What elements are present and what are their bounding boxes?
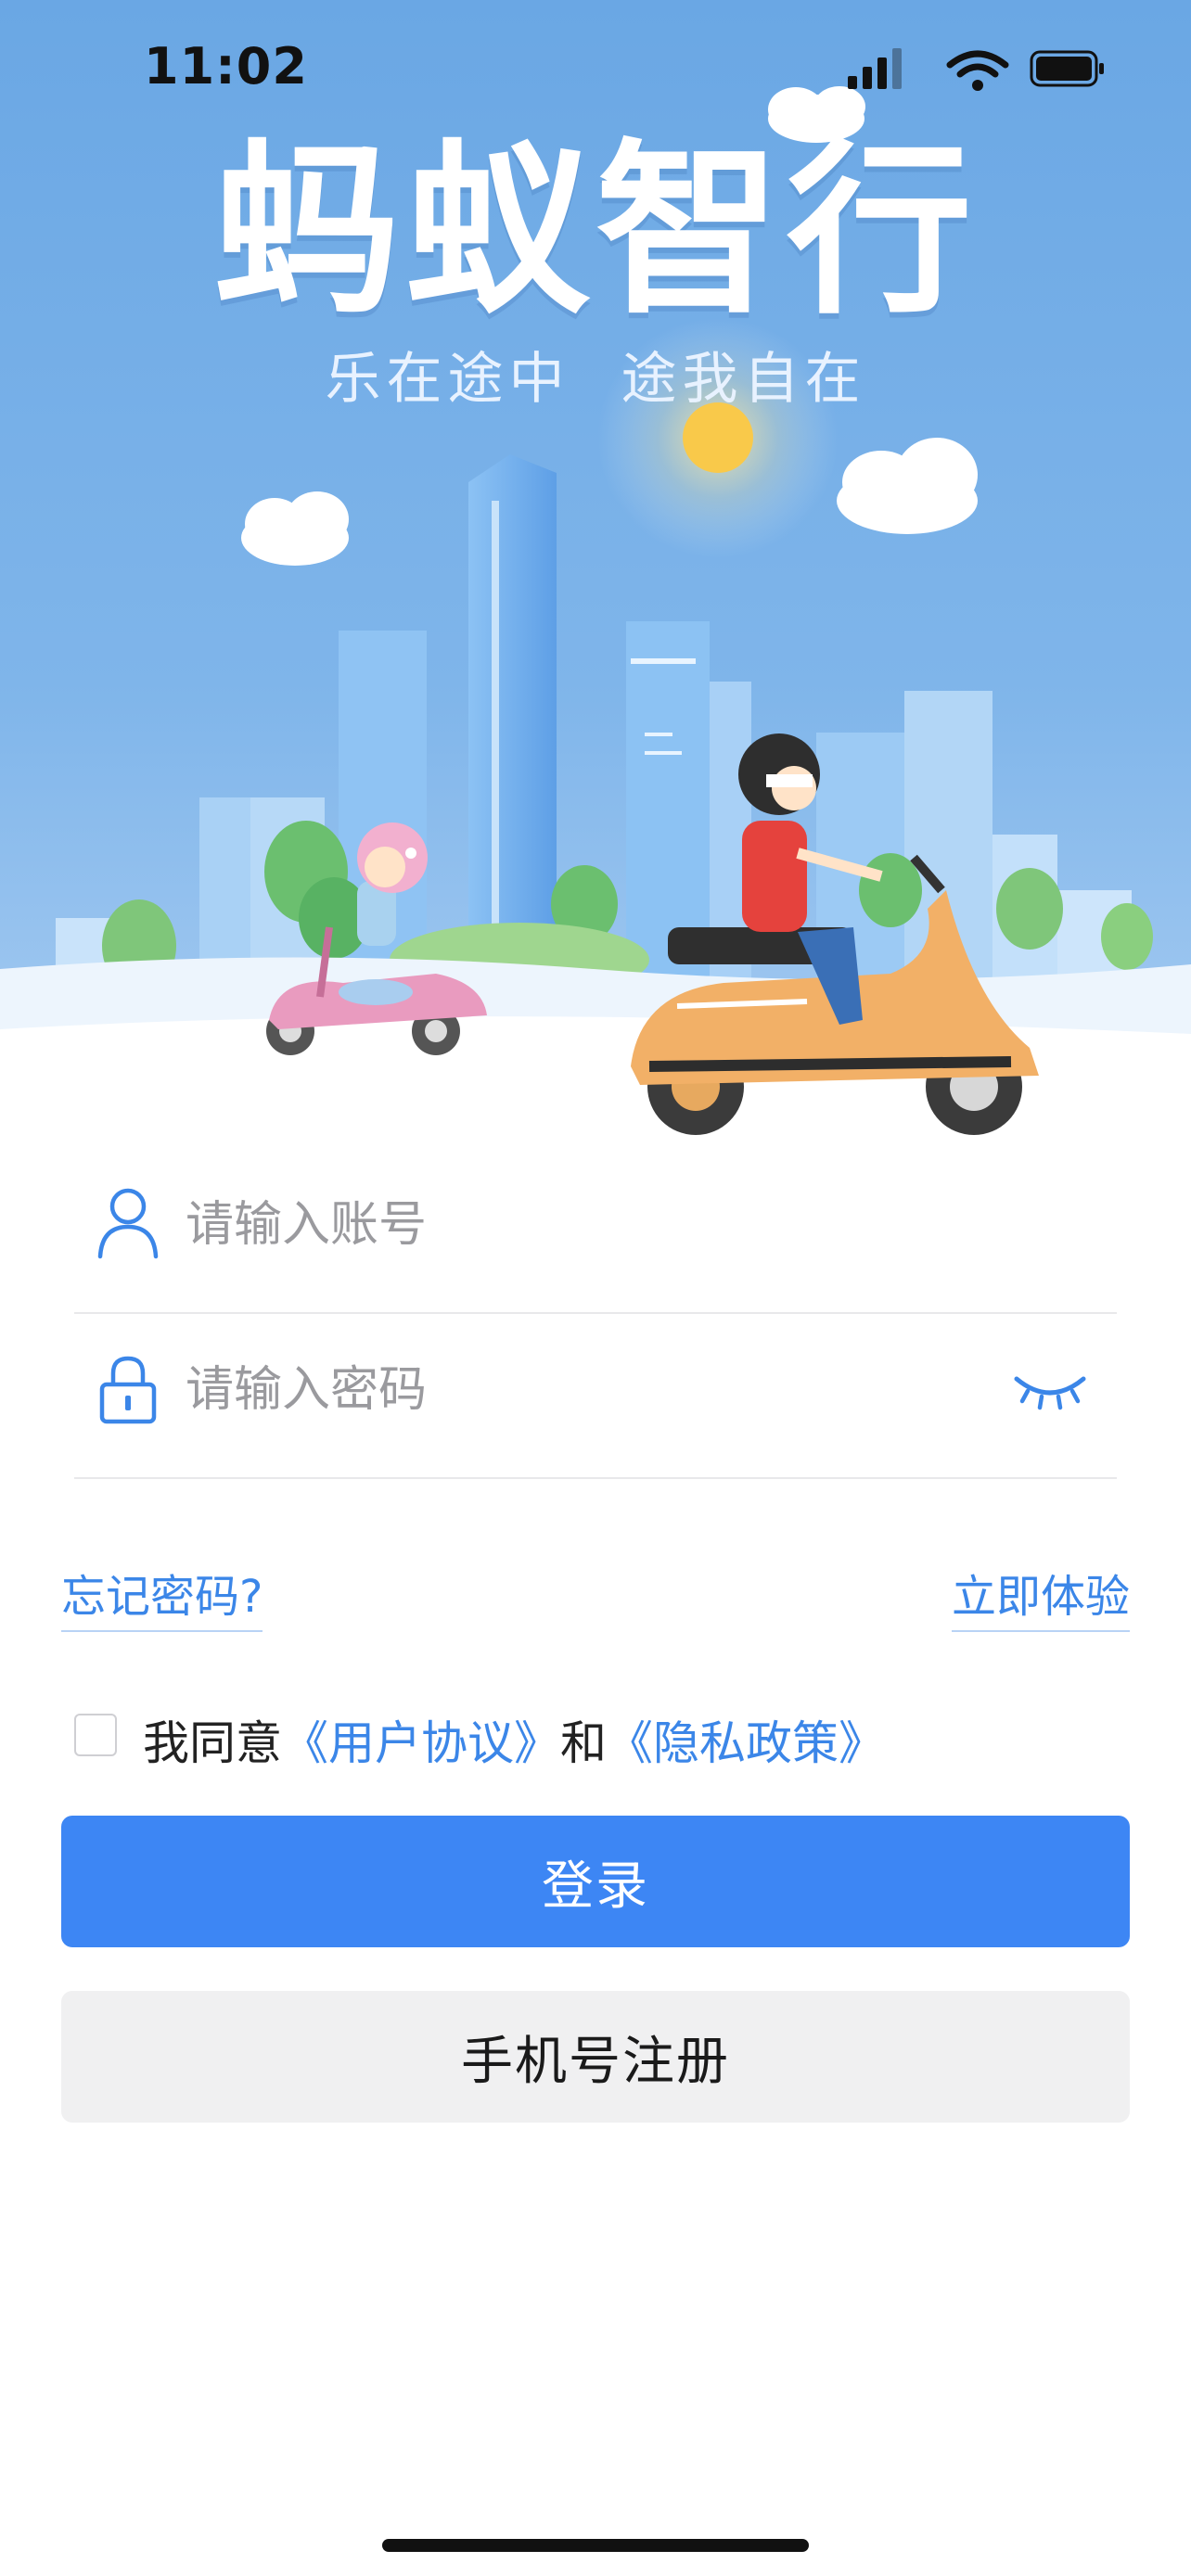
user-agreement-link[interactable]: 《用户协议》 bbox=[282, 1716, 560, 1770]
agree-prefix: 我同意 bbox=[143, 1716, 282, 1770]
agreement-checkbox[interactable] bbox=[74, 1714, 117, 1756]
user-icon bbox=[97, 1188, 159, 1259]
password-input[interactable] bbox=[184, 1347, 1004, 1433]
brand-slogan: 乐在途中 途我自在 bbox=[325, 347, 866, 412]
home-indicator bbox=[382, 2539, 809, 2552]
eye-closed-icon[interactable] bbox=[1013, 1366, 1087, 1412]
login-button[interactable]: 登录 bbox=[61, 1816, 1130, 1947]
lock-icon bbox=[99, 1356, 157, 1424]
try-now-link[interactable]: 立即体验 bbox=[951, 1560, 1130, 1632]
password-field bbox=[74, 1312, 1117, 1479]
brand-title: 蚂蚁智行 bbox=[212, 123, 978, 339]
battery-icon bbox=[1030, 50, 1104, 87]
divider bbox=[74, 1477, 1117, 1479]
cellular-signal-icon bbox=[848, 48, 902, 89]
wifi-icon bbox=[946, 50, 1009, 91]
and-text: 和 bbox=[560, 1716, 607, 1770]
status-icons bbox=[848, 48, 1104, 91]
privacy-policy-link[interactable]: 《隐私政策》 bbox=[607, 1716, 885, 1770]
status-time: 11:02 bbox=[144, 37, 308, 96]
agreement-text: 我同意《用户协议》和《隐私政策》 bbox=[143, 1706, 885, 1773]
phone-register-button[interactable]: 手机号注册 bbox=[61, 1991, 1130, 2123]
forgot-password-link[interactable]: 忘记密码? bbox=[61, 1560, 263, 1632]
account-field bbox=[74, 1147, 1117, 1314]
account-input[interactable] bbox=[184, 1182, 1004, 1268]
